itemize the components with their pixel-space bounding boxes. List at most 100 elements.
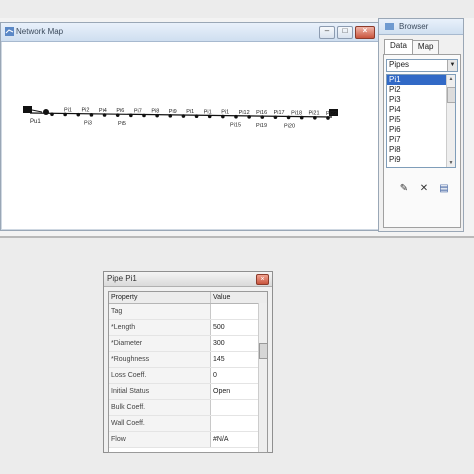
- list-item[interactable]: Pi4: [387, 105, 455, 115]
- maximize-icon: □: [342, 26, 348, 35]
- pipe-label: Pi3: [84, 121, 92, 127]
- delete-icon[interactable]: ✕: [418, 183, 430, 195]
- property-name: Initial Status: [109, 384, 211, 399]
- reservoir-icon[interactable]: [23, 106, 32, 113]
- junction-node[interactable]: [181, 114, 186, 118]
- list-item[interactable]: Pi7: [387, 135, 455, 145]
- pipe-label: Pi20: [284, 123, 295, 129]
- junction-node[interactable]: [89, 113, 94, 117]
- minimize-button[interactable]: –: [319, 26, 335, 39]
- pump-icon[interactable]: [43, 109, 49, 115]
- property-grid[interactable]: Property Value Tag *Length 500 *Diameter 300…: [108, 291, 268, 453]
- pipe-label: Pi1: [204, 109, 212, 115]
- property-value[interactable]: 300: [211, 336, 257, 351]
- property-window-title: Pipe Pi1: [107, 274, 137, 283]
- property-grid-header: Property Value: [109, 292, 267, 304]
- pipe-label: Pi1: [64, 107, 72, 113]
- network-diagram[interactable]: Pu1 Pi1 Pi2 Pi4 Pi6 Pi7 Pi8 Pi9 Pi1 Pi1 Pi1 Pi12 Pi1…: [2, 42, 378, 229]
- table-row[interactable]: *Roughness 145: [109, 352, 267, 368]
- scroll-thumb[interactable]: [447, 87, 455, 103]
- close-icon[interactable]: ×: [256, 274, 269, 285]
- property-name: Loss Coeff.: [109, 368, 211, 383]
- property-value[interactable]: Open: [211, 384, 257, 399]
- network-map-window[interactable]: Network Map – □ × Pu1 Pi1 Pi2 Pi4 Pi6 Pi7 Pi8 P…: [0, 22, 380, 231]
- pipe-line[interactable]: [31, 109, 43, 113]
- object-type-select[interactable]: Pipes ▼: [386, 59, 458, 72]
- property-value[interactable]: 500: [211, 320, 257, 335]
- close-button[interactable]: ×: [355, 26, 375, 39]
- chevron-down-icon[interactable]: ▼: [447, 60, 457, 71]
- pipe-line[interactable]: [29, 112, 333, 118]
- properties-icon[interactable]: ▤: [438, 183, 450, 195]
- junction-node[interactable]: [50, 112, 54, 117]
- property-scroll-thumb[interactable]: [259, 343, 267, 359]
- object-list[interactable]: Pi1 Pi2 Pi3 Pi4 Pi5 Pi6 Pi7 Pi8 Pi9 ▲ ▼: [386, 74, 456, 168]
- property-name: Tag: [109, 304, 211, 319]
- list-item[interactable]: Pi8: [387, 145, 455, 155]
- scroll-up-icon[interactable]: ▲: [447, 75, 455, 83]
- browser-tab-body: Pipes ▼ Pi1 Pi2 Pi3 Pi4 Pi5 Pi6 Pi7 Pi8 Pi9 ▲ ▼ …: [383, 54, 461, 228]
- junction-node[interactable]: [142, 113, 146, 118]
- pipe-label: Pi2: [81, 108, 89, 114]
- junction-node[interactable]: [194, 114, 199, 119]
- property-value[interactable]: 0: [211, 368, 257, 383]
- junction-node[interactable]: [286, 115, 291, 120]
- property-name: Flow: [109, 432, 211, 447]
- list-item[interactable]: Pi3: [387, 95, 455, 105]
- list-item[interactable]: Pi9: [387, 155, 455, 165]
- scroll-down-icon[interactable]: ▼: [447, 159, 455, 167]
- table-row[interactable]: Bulk Coeff.: [109, 400, 267, 416]
- table-row[interactable]: Flow #N/A: [109, 432, 267, 448]
- browser-panel[interactable]: Browser Data Map Pipes ▼ Pi1 Pi2 Pi3 Pi4 Pi5…: [378, 18, 464, 232]
- browser-titlebar[interactable]: Browser: [379, 19, 463, 35]
- pipe-label: Pi15: [230, 123, 241, 129]
- property-value[interactable]: [211, 416, 257, 431]
- workspace: Network Map – □ × Pu1 Pi1 Pi2 Pi4 Pi6 Pi7 Pi8 P…: [0, 0, 474, 474]
- junction-node[interactable]: [129, 113, 133, 118]
- tab-map[interactable]: Map: [411, 40, 440, 54]
- minimize-icon: –: [324, 26, 330, 35]
- property-value[interactable]: 145: [211, 352, 257, 367]
- property-name: Bulk Coeff.: [109, 400, 211, 415]
- list-item[interactable]: Pi1: [387, 75, 455, 85]
- junction-node[interactable]: [234, 114, 238, 119]
- junction-node[interactable]: [76, 112, 81, 117]
- tab-data[interactable]: Data: [384, 39, 413, 55]
- property-name: *Diameter: [109, 336, 211, 351]
- property-name: *Length: [109, 320, 211, 335]
- network-map-titlebar[interactable]: Network Map – □ ×: [1, 23, 379, 42]
- close-icon: ×: [362, 26, 368, 35]
- property-value[interactable]: [211, 400, 257, 415]
- list-scrollbar[interactable]: ▲ ▼: [446, 75, 455, 167]
- list-item[interactable]: Pi5: [387, 115, 455, 125]
- maximize-button[interactable]: □: [337, 26, 353, 39]
- list-item[interactable]: Pi6: [387, 125, 455, 135]
- property-column-header[interactable]: Property: [109, 292, 211, 303]
- table-row[interactable]: *Diameter 300: [109, 336, 267, 352]
- value-column-header[interactable]: Value: [211, 292, 259, 303]
- table-row[interactable]: Tag: [109, 304, 267, 320]
- pipe-label: Pi4: [99, 108, 107, 114]
- table-row[interactable]: Initial Status Open: [109, 384, 267, 400]
- pipe-label: Pi8: [151, 109, 159, 115]
- network-map-title: Network Map: [16, 27, 64, 36]
- property-value[interactable]: #N/A: [211, 432, 257, 447]
- property-titlebar[interactable]: Pipe Pi1 ×: [104, 272, 272, 287]
- browser-icon: [385, 23, 394, 30]
- pipe-label: Pi21: [309, 111, 320, 117]
- property-grid-scrollbar[interactable]: [258, 303, 267, 452]
- edit-icon[interactable]: ✎: [398, 183, 410, 195]
- property-name: Wall Coeff.: [109, 416, 211, 431]
- network-map-canvas[interactable]: Pu1 Pi1 Pi2 Pi4 Pi6 Pi7 Pi8 Pi9 Pi1 Pi1 Pi1 Pi12 Pi1…: [2, 42, 378, 229]
- table-row[interactable]: Wall Coeff.: [109, 416, 267, 432]
- object-type-value: Pipes: [389, 60, 410, 69]
- pipe-label: Pi16: [256, 110, 267, 116]
- table-row[interactable]: Loss Coeff. 0: [109, 368, 267, 384]
- pipe-property-window[interactable]: Pipe Pi1 × Property Value Tag *Length 500 *…: [103, 271, 273, 453]
- browser-title: Browser: [399, 22, 429, 31]
- table-row[interactable]: *Length 500: [109, 320, 267, 336]
- list-item[interactable]: Pi2: [387, 85, 455, 95]
- property-value[interactable]: [211, 304, 257, 319]
- map-window-icon: [5, 27, 14, 36]
- pipe-label: Pi5: [118, 121, 126, 127]
